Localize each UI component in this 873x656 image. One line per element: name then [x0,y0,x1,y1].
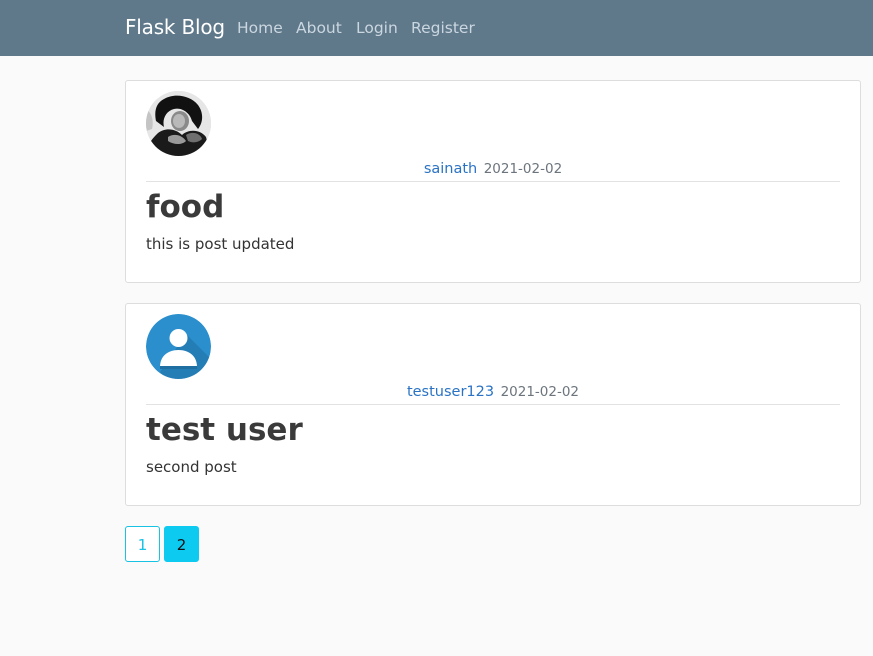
post-metadata: testuser123 2021-02-02 [146,382,840,405]
post-content: this is post updated [146,235,295,253]
page-1-button[interactable]: 1 [125,526,160,562]
post-title-link[interactable]: test user [146,410,303,450]
page-2-button[interactable]: 2 [164,526,199,562]
post-title-link[interactable]: food [146,187,224,227]
post-card: testuser123 2021-02-02 test user second … [125,303,861,506]
photo-avatar-icon [146,91,211,156]
nav-home-link[interactable]: Home [237,19,283,37]
post-metadata: sainath 2021-02-02 [146,159,840,182]
post-content: second post [146,458,237,476]
nav-about-link[interactable]: About [296,19,342,37]
nav-register-link[interactable]: Register [411,19,475,37]
post-date: 2021-02-02 [500,384,580,400]
author-link[interactable]: testuser123 [407,384,494,400]
default-user-avatar [146,314,211,379]
post-date: 2021-02-02 [483,161,563,177]
user-photo-avatar [146,91,211,156]
top-navbar: Flask Blog Home About Login Register [0,0,873,56]
default-user-icon [146,314,211,379]
nav-login-link[interactable]: Login [356,19,398,37]
brand-link[interactable]: Flask Blog [125,15,225,39]
author-link[interactable]: sainath [424,161,477,177]
post-card: sainath 2021-02-02 food this is post upd… [125,80,861,283]
